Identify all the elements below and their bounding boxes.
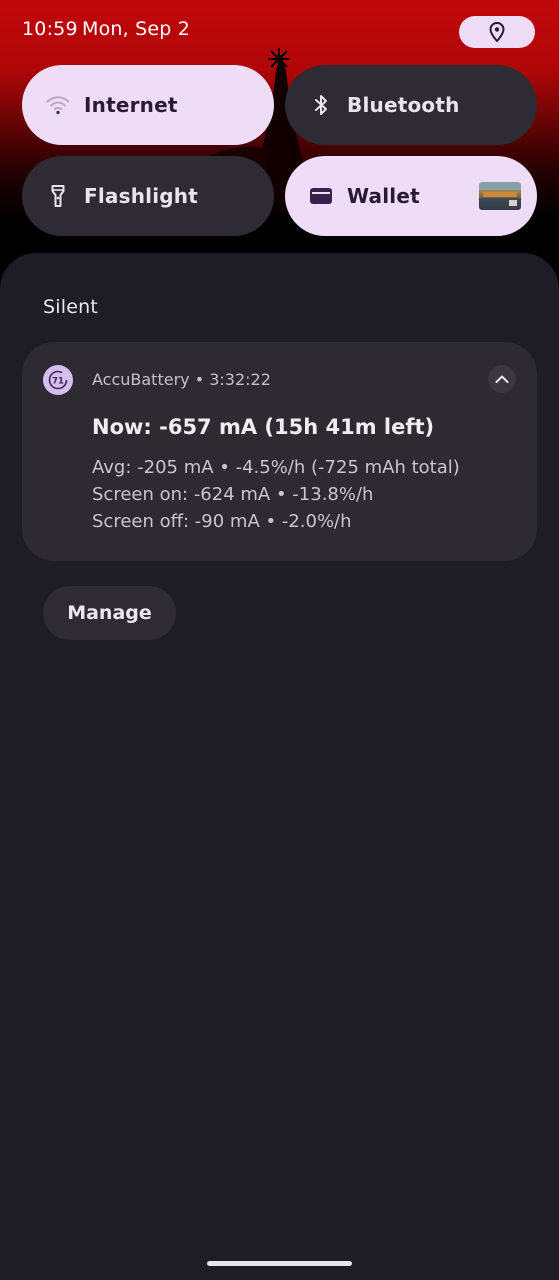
notification-line-screen-off: Screen off: -90 mA • -2.0%/h (92, 511, 352, 532)
chevron-up-icon (495, 375, 509, 383)
tile-label-internet: Internet (84, 93, 178, 117)
section-header-silent: Silent (43, 296, 98, 318)
status-bar: 10:59 Mon, Sep 2 (0, 0, 559, 62)
notification-app-meta: AccuBattery • 3:32:22 (92, 370, 271, 389)
home-gesture-bar[interactable] (207, 1261, 352, 1266)
notification-line-avg: Avg: -205 mA • -4.5%/h (-725 mAh total) (92, 457, 460, 478)
location-pin-icon (489, 22, 505, 42)
tile-wallet[interactable]: Wallet (285, 156, 537, 236)
collapse-notification-button[interactable] (488, 365, 516, 393)
wallet-card-thumbnail (479, 182, 521, 210)
tile-label-bluetooth: Bluetooth (347, 93, 460, 117)
tile-internet[interactable]: Internet (22, 65, 274, 145)
manage-button[interactable]: Manage (43, 586, 176, 640)
flashlight-icon (46, 184, 70, 208)
notification-app-name: AccuBattery (92, 370, 190, 389)
status-date: Mon, Sep 2 (82, 18, 191, 40)
wallet-icon (309, 184, 333, 208)
tile-flashlight[interactable]: Flashlight (22, 156, 274, 236)
notification-timestamp: 3:32:22 (209, 370, 271, 389)
accubattery-app-icon: 71 (43, 365, 73, 395)
tile-bluetooth[interactable]: Bluetooth (285, 65, 537, 145)
notification-line-screen-on: Screen on: -624 mA • -13.8%/h (92, 484, 374, 505)
bluetooth-icon (309, 93, 333, 117)
notification-title: Now: -657 mA (15h 41m left) (92, 415, 435, 439)
status-time: 10:59 (22, 18, 78, 40)
notification-shade-screen: 10:59 Mon, Sep 2 Internet Bluetooth Flas… (0, 0, 559, 1280)
wifi-icon (46, 93, 70, 117)
tile-label-wallet: Wallet (347, 184, 420, 208)
location-indicator[interactable] (459, 16, 535, 48)
tile-label-flashlight: Flashlight (84, 184, 198, 208)
app-icon-text: 71 (52, 377, 64, 387)
